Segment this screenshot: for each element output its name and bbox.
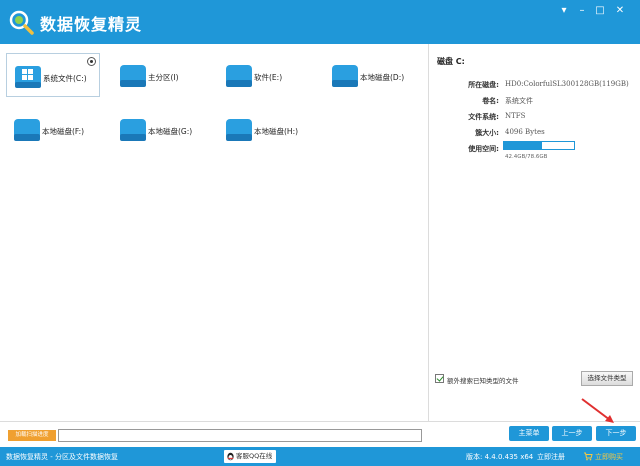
menu-dropdown-button[interactable]: ▾ xyxy=(556,4,572,18)
drive-item-h[interactable]: 本地磁盘(H:) xyxy=(218,107,312,151)
close-icon: ✕ xyxy=(615,5,625,16)
detail-key: 所在磁盘: xyxy=(468,81,499,89)
drive-label: 本地磁盘(F:) xyxy=(42,127,85,136)
detail-value: NTFS xyxy=(505,112,526,120)
drive-label: 本地磁盘(G:) xyxy=(148,127,193,136)
qq-penguin-icon xyxy=(227,452,234,461)
drive-item-e[interactable]: 软件(E:) xyxy=(218,53,312,97)
app-logo-icon xyxy=(9,10,34,35)
bottom-bar: 加载扫描进度 主菜单 上一步 下一步 xyxy=(0,423,640,447)
minimize-icon: – xyxy=(579,5,585,16)
usage-bar xyxy=(503,141,575,150)
extra-search-label: 额外搜索已知类型的文件 xyxy=(447,377,519,385)
drive-label: 主分区(I) xyxy=(148,73,179,82)
usage-bar-fill xyxy=(504,142,542,149)
detail-value: HD0:ColorfulSL300128GB(119GB) xyxy=(505,80,629,88)
drive-label: 本地磁盘(H:) xyxy=(254,127,299,136)
app-title: 数据恢复精灵 xyxy=(40,15,143,34)
drive-label: 系统文件(C:) xyxy=(43,74,87,83)
load-scan-progress-button[interactable]: 加载扫描进度 xyxy=(8,430,56,441)
chevron-down-icon: ▾ xyxy=(561,5,567,16)
drive-icon xyxy=(120,65,146,87)
status-bar: 数据恢复精灵 - 分区及文件数据恢复 客服QQ在线 版本: 4.4.0.435 … xyxy=(0,447,640,466)
drive-selected-radio[interactable] xyxy=(87,57,96,66)
maximize-icon: □ xyxy=(595,5,605,16)
minimize-button[interactable]: – xyxy=(574,4,590,18)
register-link[interactable]: 立即注册 xyxy=(537,452,565,462)
maximize-button[interactable]: □ xyxy=(592,4,608,18)
windows-drive-icon xyxy=(15,66,41,88)
previous-step-button[interactable]: 上一步 xyxy=(552,426,592,441)
drive-icon xyxy=(226,119,252,141)
select-file-types-button[interactable]: 选择文件类型 xyxy=(581,371,633,386)
drive-item-i[interactable]: 主分区(I) xyxy=(112,53,206,97)
next-step-button[interactable]: 下一步 xyxy=(596,426,636,441)
drive-icon xyxy=(226,65,252,87)
usage-text: 42.4GB/78.6GB xyxy=(505,154,548,160)
qq-label: 客服QQ在线 xyxy=(236,452,273,460)
cart-icon xyxy=(584,452,593,461)
detail-row-cluster: 簇大小: 4096 Bytes xyxy=(429,128,640,140)
main-area: 系统文件(C:) 主分区(I) 软件(E:) 本地磁盘(D:) 本地磁盘(F:)… xyxy=(0,44,640,422)
detail-row-filesystem: 文件系统: NTFS xyxy=(429,112,640,124)
drive-label: 本地磁盘(D:) xyxy=(360,73,405,82)
close-button[interactable]: ✕ xyxy=(612,4,628,18)
drive-item-f[interactable]: 本地磁盘(F:) xyxy=(6,107,100,151)
arrow-annotation-icon xyxy=(581,398,614,423)
detail-value: 系统文件 xyxy=(505,97,533,105)
details-heading: 磁盘 C: xyxy=(437,57,465,66)
main-menu-button[interactable]: 主菜单 xyxy=(509,426,549,441)
drive-item-c[interactable]: 系统文件(C:) xyxy=(6,53,100,97)
detail-value: 4096 Bytes xyxy=(505,128,545,136)
drive-item-d[interactable]: 本地磁盘(D:) xyxy=(324,53,418,97)
drive-details-panel: 磁盘 C: 所在磁盘: HD0:ColorfulSL300128GB(119GB… xyxy=(428,44,640,422)
detail-key: 文件系统: xyxy=(468,113,499,121)
detail-key: 使用空间: xyxy=(468,145,499,153)
drive-icon xyxy=(120,119,146,141)
drive-item-g[interactable]: 本地磁盘(G:) xyxy=(112,107,206,151)
extra-search-checkbox[interactable] xyxy=(435,374,444,383)
path-input[interactable] xyxy=(58,429,422,442)
detail-key: 卷名: xyxy=(482,97,499,105)
detail-key: 簇大小: xyxy=(475,129,499,137)
detail-row-disk: 所在磁盘: HD0:ColorfulSL300128GB(119GB) xyxy=(429,80,640,92)
status-text: 数据恢复精灵 - 分区及文件数据恢复 xyxy=(6,453,118,461)
title-bar: 数据恢复精灵 ▾ – □ ✕ xyxy=(0,0,640,44)
drive-label: 软件(E:) xyxy=(254,73,283,82)
detail-row-volume: 卷名: 系统文件 xyxy=(429,96,640,108)
version-text: 版本: 4.4.0.435 x64 xyxy=(466,453,534,461)
buy-now-link[interactable]: 立即购买 xyxy=(595,452,623,462)
drive-list: 系统文件(C:) 主分区(I) 软件(E:) 本地磁盘(D:) 本地磁盘(F:)… xyxy=(0,44,428,422)
customer-service-qq-button[interactable]: 客服QQ在线 xyxy=(224,450,276,463)
drive-icon xyxy=(332,65,358,87)
drive-icon xyxy=(14,119,40,141)
